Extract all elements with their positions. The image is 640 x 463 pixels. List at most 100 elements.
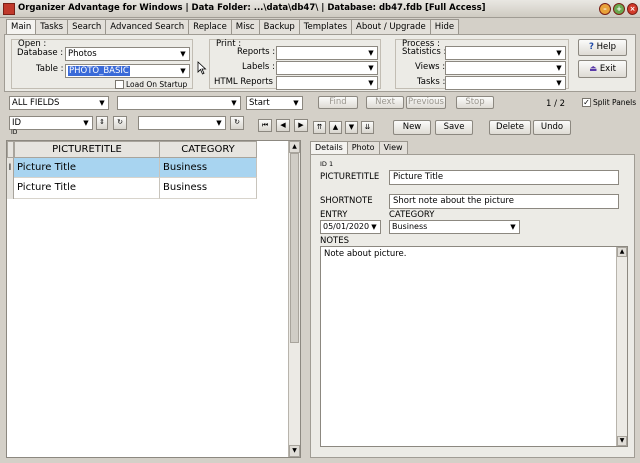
undo-button[interactable]: Undo [533, 120, 571, 135]
database-select[interactable]: Photos ▼ [65, 47, 190, 61]
entry-date-picker[interactable]: 05/01/2020 ▼ [320, 220, 381, 234]
tab-about-upgrade[interactable]: About / Upgrade [351, 19, 431, 35]
sort-field-select[interactable]: ID ▼ [9, 116, 93, 130]
first-record-icon[interactable]: ⏮ [258, 119, 272, 132]
tasks-select[interactable]: ▼ [445, 76, 566, 90]
second-sort-select[interactable]: ▼ [138, 116, 226, 130]
help-button[interactable]: ? Help [578, 39, 627, 56]
save-button[interactable]: Save [435, 120, 473, 135]
chevron-down-icon: ▼ [180, 50, 186, 58]
table-row[interactable]: Picture Title Business [7, 178, 257, 199]
notes-value: Note about picture. [324, 249, 407, 259]
match-mode-select[interactable]: Start ▼ [246, 96, 303, 110]
labels-label: Labels : [242, 62, 275, 72]
grid-vertical-scrollbar[interactable]: ▲ ▼ [288, 141, 300, 457]
table-row[interactable]: I Picture Title Business [7, 158, 257, 178]
exit-button[interactable]: ⏏ Exit [578, 60, 627, 78]
main-tabs: Main Tasks Search Advanced Search Replac… [6, 19, 460, 36]
scroll-down-icon[interactable]: ▼ [617, 436, 627, 446]
help-icon: ? [588, 42, 594, 52]
scrollbar-thumb[interactable] [290, 153, 299, 343]
details-panel: ID 1 PICTURETITLE Picture Title SHORTNOT… [310, 154, 635, 458]
chevron-down-icon: ▼ [371, 223, 377, 231]
column-header-category[interactable]: CATEGORY [159, 141, 257, 158]
shortnote-field[interactable]: Short note about the picture [389, 194, 619, 209]
tab-photo[interactable]: Photo [346, 141, 380, 154]
scroll-up-icon[interactable]: ▲ [289, 141, 300, 153]
minimize-icon[interactable]: – [599, 3, 611, 15]
chevron-down-icon: ▼ [216, 119, 222, 127]
category-select[interactable]: Business ▼ [389, 220, 520, 234]
find-button[interactable]: Find [318, 96, 358, 109]
move-down-icon[interactable]: ▼ [345, 121, 358, 134]
print-group: Print : Reports : ▼ Labels : ▼ HTML Repo… [209, 39, 381, 90]
help-label: Help [596, 42, 617, 52]
search-field-value: ALL FIELDS [12, 98, 60, 108]
views-select[interactable]: ▼ [445, 61, 566, 75]
picturetitle-label: PICTURETITLE [320, 172, 380, 182]
table-select[interactable]: PHOTO_BASIC ▼ [65, 64, 190, 78]
chevron-down-icon: ▼ [368, 79, 374, 87]
reports-select[interactable]: ▼ [276, 46, 378, 60]
stop-button[interactable]: Stop [456, 96, 494, 109]
tab-tasks[interactable]: Tasks [35, 19, 69, 35]
next-record-icon[interactable]: ▶ [294, 119, 308, 132]
entry-value: 05/01/2020 [323, 222, 370, 231]
tab-advanced-search[interactable]: Advanced Search [105, 19, 190, 35]
column-header-picturetitle[interactable]: PICTURETITLE [14, 141, 160, 158]
statistics-select[interactable]: ▼ [445, 46, 566, 60]
window-title: Organizer Advantage for Windows | Data F… [18, 3, 486, 13]
picturetitle-field[interactable]: Picture Title [389, 170, 619, 185]
chevron-down-icon: ▼ [510, 223, 516, 231]
search-input[interactable]: ▼ [117, 96, 241, 110]
notes-label: NOTES [320, 236, 350, 246]
split-panels-label: Split Panels [593, 98, 637, 107]
notes-scrollbar[interactable]: ▲ ▼ [616, 247, 627, 446]
scroll-up-icon[interactable]: ▲ [617, 247, 627, 257]
move-bottom-icon[interactable]: ⇊ [361, 121, 374, 134]
cell-category[interactable]: Business [160, 178, 257, 199]
tab-backup[interactable]: Backup [258, 19, 300, 35]
sort-order-icon[interactable]: ⇕ [96, 116, 108, 130]
move-up-icon[interactable]: ▲ [329, 121, 342, 134]
cell-category[interactable]: Business [160, 158, 257, 178]
new-button[interactable]: New [393, 120, 431, 135]
close-icon[interactable]: × [627, 3, 638, 15]
chevron-down-icon: ▼ [231, 99, 237, 107]
refresh-icon[interactable]: ↻ [113, 116, 127, 130]
exit-label: Exit [599, 64, 616, 74]
labels-select[interactable]: ▼ [276, 61, 378, 75]
tab-hide[interactable]: Hide [429, 19, 460, 35]
search-field-select[interactable]: ALL FIELDS ▼ [9, 96, 109, 110]
previous-record-icon[interactable]: ◀ [276, 119, 290, 132]
database-label: Database : [17, 48, 64, 58]
next-button[interactable]: Next [366, 96, 404, 109]
cell-picturetitle[interactable]: Picture Title [14, 158, 160, 178]
chevron-down-icon: ▼ [83, 119, 89, 127]
split-panels-checkbox[interactable]: ✓ [582, 98, 591, 107]
cell-picturetitle[interactable]: Picture Title [14, 178, 160, 199]
exit-icon: ⏏ [589, 64, 598, 74]
title-bar: Organizer Advantage for Windows | Data F… [0, 0, 640, 18]
tab-replace[interactable]: Replace [188, 19, 232, 35]
move-top-icon[interactable]: ⇈ [313, 121, 326, 134]
tab-details[interactable]: Details [310, 141, 348, 155]
tab-search[interactable]: Search [67, 19, 107, 35]
database-value: Photos [68, 49, 97, 59]
table-label: Table : [36, 64, 64, 74]
load-on-startup-checkbox[interactable] [115, 80, 124, 89]
scroll-down-icon[interactable]: ▼ [289, 445, 300, 457]
refresh-icon[interactable]: ↻ [230, 116, 244, 130]
delete-button[interactable]: Delete [489, 120, 531, 135]
previous-button[interactable]: Previous [406, 96, 446, 109]
maximize-icon[interactable]: + [613, 3, 625, 15]
sort-field-value: ID [12, 118, 22, 128]
tab-misc[interactable]: Misc [230, 19, 260, 35]
shortnote-label: SHORTNOTE [320, 196, 373, 206]
tasks-label: Tasks : [417, 77, 446, 87]
html-reports-select[interactable]: ▼ [276, 76, 378, 90]
notes-textarea[interactable]: Note about picture. ▲ ▼ [320, 246, 628, 447]
tab-templates[interactable]: Templates [298, 19, 352, 35]
tab-view[interactable]: View [378, 141, 408, 154]
chevron-down-icon: ▼ [180, 67, 186, 75]
